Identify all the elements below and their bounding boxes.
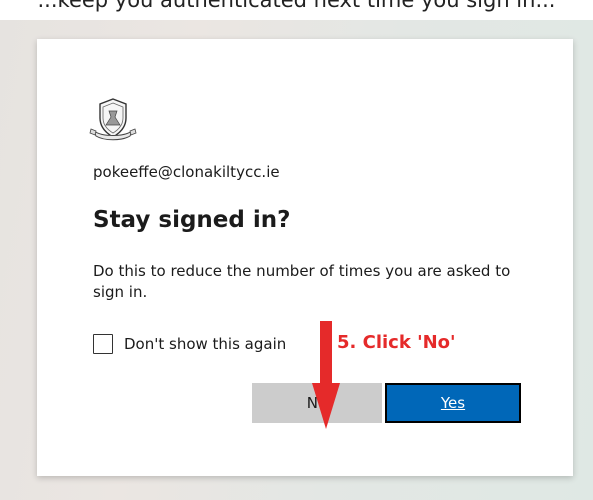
cropped-instruction-text: ...keep you authenticated next time you … <box>0 0 593 20</box>
stay-signed-in-dialog: pokeeffe@clonakiltycc.ie Stay signed in?… <box>37 39 573 476</box>
dont-show-again-row[interactable]: Don't show this again <box>93 334 286 354</box>
step-annotation: 5. Click 'No' <box>337 332 456 353</box>
yes-button[interactable]: Yes <box>385 383 521 423</box>
dont-show-again-checkbox[interactable] <box>93 334 113 354</box>
dialog-title: Stay signed in? <box>93 207 291 233</box>
account-email: pokeeffe@clonakiltycc.ie <box>93 163 280 181</box>
dont-show-again-label[interactable]: Don't show this again <box>124 335 286 353</box>
school-crest-icon <box>89 98 137 141</box>
cropped-instruction-fragment: ...keep you authenticated next time you … <box>37 0 556 12</box>
dialog-description: Do this to reduce the number of times yo… <box>93 262 511 301</box>
